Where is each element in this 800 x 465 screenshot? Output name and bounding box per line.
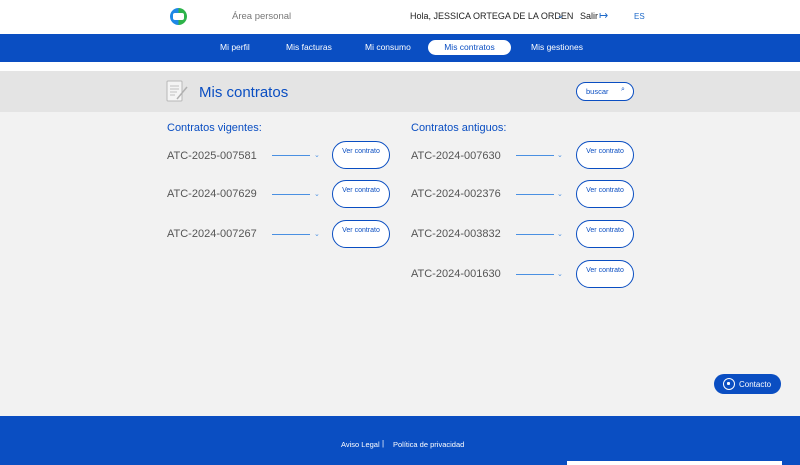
nav-mis-facturas[interactable]: Mis facturas [286, 40, 332, 55]
view-contract-button[interactable]: Ver contrato [576, 180, 634, 208]
chevron-down-icon[interactable]: ⌄ [557, 151, 563, 159]
contract-id: ATC-2024-003832 [411, 228, 501, 240]
contract-id: ATC-2025-007581 [167, 150, 257, 162]
nav-spacer [0, 62, 800, 71]
contract-divider [516, 155, 554, 156]
user-greeting[interactable]: Hola, JESSICA ORTEGA DE LA ORDEN [410, 11, 573, 21]
contract-id: ATC-2024-007629 [167, 188, 257, 200]
current-contracts-title: Contratos vigentes: [167, 122, 262, 134]
contract-divider [272, 155, 310, 156]
contact-button[interactable]: Contacto [714, 374, 781, 394]
nav-mi-perfil[interactable]: Mi perfil [220, 40, 250, 55]
chevron-down-icon[interactable]: ⌄ [557, 230, 563, 238]
contract-id: ATC-2024-007630 [411, 150, 501, 162]
contract-id: ATC-2024-001630 [411, 268, 501, 280]
contact-label: Contacto [739, 380, 772, 389]
page-title-bar [0, 71, 800, 112]
legal-notice-link[interactable]: Aviso Legal [341, 440, 380, 449]
contract-divider [516, 234, 554, 235]
top-bar [0, 0, 800, 34]
contract-divider [272, 234, 310, 235]
logout-icon[interactable]: ↦ [599, 9, 608, 22]
cookie-banner-edge [567, 461, 782, 465]
contract-divider [516, 194, 554, 195]
footer-separator: | [382, 439, 385, 448]
chevron-down-icon[interactable]: ⌄ [314, 190, 320, 198]
chevron-down-icon[interactable]: ⌄ [557, 11, 564, 20]
view-contract-button[interactable]: Ver contrato [332, 141, 390, 169]
nav-mi-consumo[interactable]: Mi consumo [365, 40, 411, 55]
main-nav: Mi perfil Mis facturas Mi consumo Mis co… [0, 34, 800, 62]
old-contracts-title: Contratos antiguos: [411, 122, 507, 134]
contract-id: ATC-2024-002376 [411, 188, 501, 200]
view-contract-button[interactable]: Ver contrato [332, 220, 390, 248]
contract-id: ATC-2024-007267 [167, 228, 257, 240]
contract-divider [272, 194, 310, 195]
search-label: buscar [586, 87, 609, 96]
nav-mis-gestiones[interactable]: Mis gestiones [531, 40, 583, 55]
language-selector[interactable]: ES [634, 12, 645, 21]
logout-button[interactable]: Salir [580, 11, 598, 21]
whatsapp-icon [723, 378, 735, 390]
contract-divider [516, 274, 554, 275]
area-personal-label: Área personal [232, 11, 292, 22]
contract-document-icon [166, 80, 188, 102]
privacy-policy-link[interactable]: Política de privacidad [393, 440, 464, 449]
chevron-down-icon[interactable]: ⌄ [557, 270, 563, 278]
view-contract-button[interactable]: Ver contrato [576, 260, 634, 288]
nav-mis-contratos[interactable]: Mis contratos [428, 40, 511, 55]
brand-logo-icon[interactable] [170, 8, 187, 25]
chevron-down-icon[interactable]: ⌄ [314, 230, 320, 238]
page-title: Mis contratos [199, 84, 289, 101]
search-icon: ⌕ [621, 86, 625, 93]
view-contract-button[interactable]: Ver contrato [576, 141, 634, 169]
search-button[interactable]: buscar ⌕ [576, 82, 634, 101]
view-contract-button[interactable]: Ver contrato [332, 180, 390, 208]
chevron-down-icon[interactable]: ⌄ [314, 151, 320, 159]
view-contract-button[interactable]: Ver contrato [576, 220, 634, 248]
chevron-down-icon[interactable]: ⌄ [557, 190, 563, 198]
